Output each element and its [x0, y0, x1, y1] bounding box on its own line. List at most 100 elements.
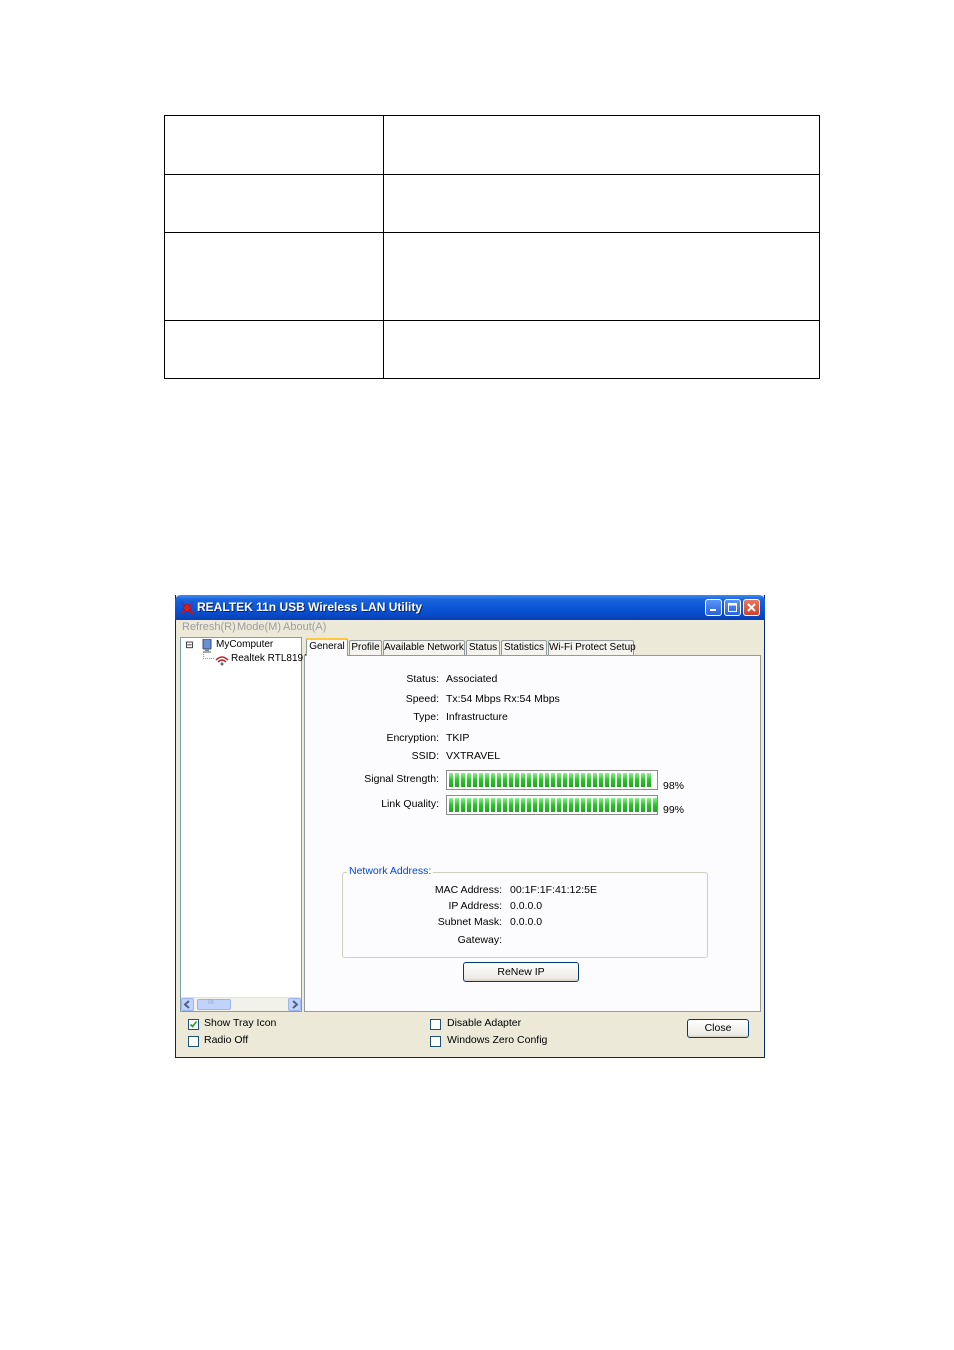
subnet-mask-label: Subnet Mask:	[437, 916, 502, 928]
meter-segment	[449, 798, 453, 812]
menu-refresh[interactable]: Refresh(R)	[182, 621, 236, 633]
meter-segment	[563, 773, 567, 787]
meter-segment	[533, 798, 537, 812]
meter-segment	[551, 798, 555, 812]
meter-segment	[557, 773, 561, 787]
meter-segment	[455, 773, 459, 787]
meter-segment	[581, 798, 585, 812]
speed-value: Tx:54 Mbps Rx:54 Mbps	[446, 693, 560, 705]
maximize-button[interactable]	[724, 599, 741, 616]
status-value: Associated	[446, 673, 498, 685]
radio-off-checkbox[interactable]	[188, 1036, 199, 1047]
ip-address-label: IP Address:	[448, 900, 502, 912]
meter-segment	[473, 798, 477, 812]
meter-segment	[617, 798, 621, 812]
title-bar[interactable]: REALTEK 11n USB Wireless LAN Utility	[175, 595, 765, 620]
table-cell	[164, 115, 384, 175]
signal-strength-fill	[449, 773, 651, 787]
close-button[interactable]: Close	[687, 1019, 749, 1038]
table-row	[164, 115, 820, 175]
meter-segment	[623, 798, 627, 812]
meter-segment	[497, 773, 501, 787]
meter-segment	[575, 798, 579, 812]
meter-segment	[467, 773, 471, 787]
type-value: Infrastructure	[446, 711, 508, 723]
menu-about[interactable]: About(A)	[283, 621, 326, 633]
meter-segment	[545, 798, 549, 812]
document-table	[164, 115, 820, 379]
meter-segment	[635, 773, 639, 787]
table-cell	[164, 320, 384, 379]
meter-segment	[521, 773, 525, 787]
encryption-value: TKIP	[446, 732, 470, 744]
mac-address-value: 00:1F:1F:41:12:5E	[510, 884, 597, 896]
meter-segment	[497, 798, 501, 812]
meter-segment	[467, 798, 471, 812]
subnet-mask-value: 0.0.0.0	[510, 916, 543, 928]
renew-ip-button[interactable]: ReNew IP	[463, 962, 579, 982]
meter-segment	[593, 798, 597, 812]
meter-segment	[605, 798, 609, 812]
tree-collapse-icon[interactable]: ⊟	[185, 641, 194, 651]
windows-zero-config-label[interactable]: Windows Zero Config	[447, 1034, 547, 1046]
meter-segment	[461, 798, 465, 812]
menu-bar: Refresh(R) Mode(M) About(A)	[176, 620, 764, 636]
meter-segment	[611, 773, 615, 787]
show-tray-icon-label[interactable]: Show Tray Icon	[204, 1017, 276, 1029]
checkmark-icon	[189, 1021, 198, 1028]
status-label: Status:	[406, 673, 439, 685]
meter-segment	[599, 773, 603, 787]
table-cell	[164, 174, 384, 233]
meter-segment	[641, 773, 645, 787]
meter-segment	[629, 798, 633, 812]
tree-item-adapter[interactable]: Realtek RTL8191	[231, 653, 309, 664]
utility-window: REALTEK 11n USB Wireless LAN Utility Ref…	[175, 595, 765, 1058]
close-window-button[interactable]	[743, 599, 760, 616]
radio-off-label[interactable]: Radio Off	[204, 1034, 248, 1046]
meter-segment	[509, 773, 513, 787]
meter-segment	[539, 798, 543, 812]
tab-available-network[interactable]: Available Network	[383, 640, 465, 655]
encryption-label: Encryption:	[386, 732, 439, 744]
ip-address-value: 0.0.0.0	[510, 900, 543, 912]
meter-segment	[491, 773, 495, 787]
gateway-label: Gateway:	[457, 934, 502, 946]
scroll-left-icon[interactable]	[181, 998, 194, 1011]
minimize-button[interactable]	[705, 599, 722, 616]
meter-segment	[539, 773, 543, 787]
table-cell	[383, 115, 820, 175]
tab-profile[interactable]: Profile	[349, 640, 382, 655]
meter-segment	[581, 773, 585, 787]
scroll-right-icon[interactable]	[288, 998, 301, 1011]
tab-general[interactable]: General	[306, 638, 348, 656]
windows-zero-config-checkbox[interactable]	[430, 1036, 441, 1047]
meter-segment	[545, 773, 549, 787]
signal-strength-label: Signal Strength:	[364, 773, 439, 785]
meter-segment	[605, 773, 609, 787]
disable-adapter-checkbox[interactable]	[430, 1019, 441, 1030]
tree-item-mycomputer[interactable]: MyComputer	[216, 639, 273, 650]
meter-segment	[515, 798, 519, 812]
tree-horizontal-scrollbar[interactable]: III	[181, 997, 301, 1011]
meter-segment	[575, 773, 579, 787]
realtek-app-icon	[179, 600, 195, 616]
show-tray-icon-checkbox[interactable]	[188, 1019, 199, 1030]
speed-label: Speed:	[405, 693, 439, 705]
tab-statistics[interactable]: Statistics	[501, 640, 547, 655]
menu-mode[interactable]: Mode(M)	[237, 621, 281, 633]
meter-segment	[647, 798, 651, 812]
meter-segment	[599, 798, 603, 812]
disable-adapter-label[interactable]: Disable Adapter	[447, 1017, 521, 1029]
tab-wifi-protect-setup[interactable]: Wi-Fi Protect Setup	[548, 640, 636, 655]
tab-status[interactable]: Status	[466, 640, 500, 655]
meter-segment	[527, 773, 531, 787]
window-title: REALTEK 11n USB Wireless LAN Utility	[197, 600, 423, 614]
meter-segment	[641, 798, 645, 812]
tree-connector	[203, 652, 214, 659]
scroll-thumb[interactable]: III	[197, 999, 231, 1010]
device-tree: ⊟ MyComputer Realtek RTL8191 III	[180, 637, 309, 1012]
link-quality-label: Link Quality:	[381, 798, 439, 810]
meter-segment	[647, 773, 651, 787]
table-row	[164, 320, 820, 379]
meter-segment	[515, 773, 519, 787]
